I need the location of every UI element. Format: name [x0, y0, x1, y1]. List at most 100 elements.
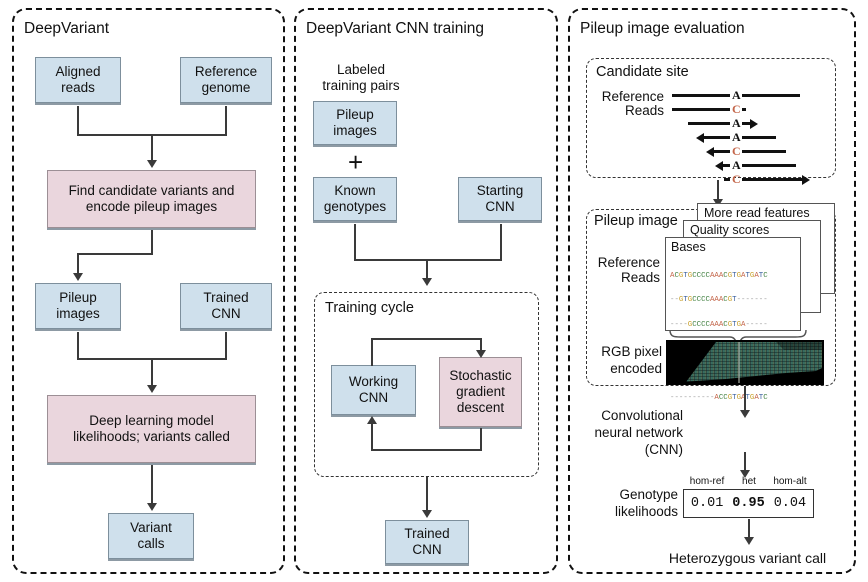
- connector: [151, 230, 153, 254]
- box-pileup-images: Pileup images: [35, 283, 121, 329]
- read-row: A: [672, 89, 832, 101]
- line2: gradient: [456, 384, 505, 400]
- arrowhead: [740, 410, 750, 418]
- line1: Known: [334, 183, 376, 199]
- box-starting-cnn-label: Starting CNN: [477, 183, 524, 215]
- cnn-label: Convolutional neural network (CNN): [578, 408, 683, 459]
- line1: Convolutional: [601, 408, 683, 423]
- line1: Stochastic: [449, 368, 512, 384]
- line1: RGB pixel: [601, 344, 662, 359]
- connector: [77, 332, 79, 359]
- box-training-pileup-label: Pileup images: [333, 107, 377, 139]
- reads2: Reads: [620, 270, 660, 285]
- box-deep-learning-model: Deep learning model likelihoods; variant…: [47, 395, 256, 463]
- read-base: A: [732, 88, 741, 102]
- line1: Working: [348, 374, 399, 390]
- line1: Variant: [130, 520, 172, 536]
- box-working-cnn-label: Working CNN: [349, 374, 398, 406]
- connector: [354, 224, 356, 260]
- box-deep-learning-label: Deep learning model likelihoods; variant…: [73, 413, 230, 445]
- arrowhead: [147, 385, 157, 393]
- candidate-site-title: Candidate site: [596, 64, 689, 80]
- box-trained-cnn-output-label: Trained CNN: [404, 526, 449, 558]
- line1: Genotype: [619, 487, 678, 502]
- read-bar-left: [722, 164, 730, 167]
- read-bar-right: [742, 108, 746, 111]
- read-base: C: [732, 102, 741, 116]
- read-arrow-right-icon: [750, 118, 758, 129]
- reads: Reads: [624, 103, 664, 118]
- line2: training pairs: [322, 78, 400, 94]
- connector: [151, 465, 153, 506]
- connector: [480, 428, 482, 450]
- read-bar-left: [713, 150, 730, 153]
- line2: images: [56, 306, 100, 321]
- sequence-line: ----------ACCGTGATGATC: [670, 393, 768, 402]
- box-find-candidate-variants: Find candidate variants and encode pileu…: [47, 170, 256, 228]
- read-base: A: [732, 116, 741, 130]
- genotype-value-het: 0.95: [732, 496, 765, 511]
- box-reference-genome: Reference genome: [180, 57, 272, 103]
- line1: Aligned: [55, 64, 101, 80]
- box-pileup-images-label: Pileup images: [56, 290, 100, 322]
- training-cycle-title: Training cycle: [325, 300, 414, 316]
- read-base: A: [732, 158, 741, 172]
- connector: [426, 477, 428, 513]
- card-more-read-features-label: More read features: [704, 206, 810, 220]
- box-trained-cnn-label: Trained CNN: [203, 290, 248, 322]
- connector: [151, 358, 153, 387]
- line2: images: [333, 123, 377, 138]
- connector: [354, 259, 502, 261]
- connector: [77, 253, 153, 255]
- connector: [225, 106, 227, 135]
- box-aligned-reads-label: Aligned reads: [55, 64, 100, 96]
- line2: CNN: [485, 199, 515, 214]
- box-trained-cnn-output: Trained CNN: [385, 520, 469, 564]
- line2: calls: [137, 536, 165, 551]
- line2: CNN: [358, 390, 389, 405]
- arrowhead: [147, 160, 157, 168]
- ref2: Reference: [597, 255, 660, 270]
- line3: descent: [456, 399, 505, 415]
- line2: reads: [61, 80, 95, 95]
- line1: Pileup: [336, 107, 374, 123]
- connector: [500, 224, 502, 260]
- line1: Deep learning model: [89, 413, 214, 429]
- line1: Starting: [476, 183, 524, 199]
- rgb-pixel-encoded-label: RGB pixel encoded: [588, 344, 662, 378]
- line2: encode pileup images: [85, 199, 218, 214]
- connector: [426, 259, 428, 280]
- panel-deepvariant-title: DeepVariant: [24, 20, 110, 37]
- pileup-reads-label: Reads: [590, 270, 660, 287]
- connector: [151, 134, 153, 162]
- ref: Reference: [601, 89, 664, 104]
- box-aligned-reads: Aligned reads: [35, 57, 121, 103]
- arrowhead: [147, 503, 157, 511]
- line2: CNN: [211, 306, 241, 321]
- box-sgd-label: Stochastic gradient descent: [449, 368, 511, 416]
- line1: Trained: [404, 526, 450, 542]
- line1: Find candidate variants and: [68, 183, 235, 199]
- read-arrow-right-icon: [802, 174, 810, 185]
- genotype-header-hom-alt: hom-alt: [773, 476, 807, 487]
- read-bar-left: [672, 108, 730, 111]
- read-row: C: [672, 103, 832, 115]
- read-row: C: [672, 145, 832, 157]
- genotype-likelihoods-label: Genotype likelihoods: [588, 487, 678, 521]
- line2: genome: [201, 80, 251, 95]
- sequence-line: ACGTGCCCCAAACGTGATGATC: [670, 272, 768, 281]
- sequence-line: --GTGCCCCAAACGT-------: [670, 296, 768, 305]
- connector: [77, 106, 79, 135]
- read-bar-left: [688, 122, 730, 125]
- pileup-image-title: Pileup image: [594, 213, 678, 229]
- genotype-value-hom-ref: 0.01: [690, 496, 724, 511]
- connector: [371, 424, 373, 450]
- read-bar-left: [672, 94, 730, 97]
- connector: [77, 253, 79, 275]
- box-training-pileup-images: Pileup images: [313, 101, 397, 145]
- box-known-genotypes: Known genotypes: [313, 177, 397, 221]
- box-find-candidate-label: Find candidate variants and encode pileu…: [69, 183, 235, 215]
- read-base: A: [732, 130, 741, 144]
- connector: [371, 449, 482, 451]
- arrowhead: [744, 537, 754, 545]
